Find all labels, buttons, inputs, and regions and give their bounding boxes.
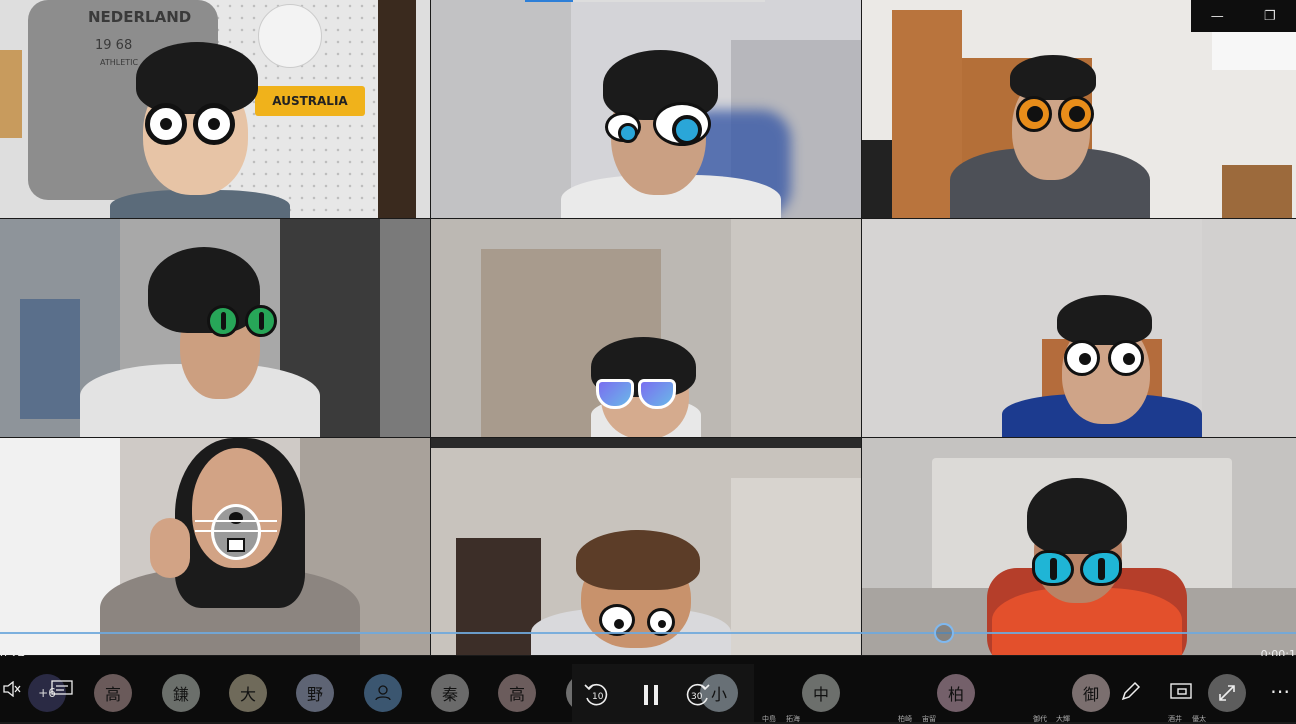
video-grid: NEDERLAND 19 68 ATHLETIC AUSTRALIA xyxy=(0,0,1296,655)
blue-cat-eyes-filter xyxy=(1032,550,1124,588)
mini-view-icon[interactable] xyxy=(1168,678,1194,704)
participant-avatar[interactable]: 高 xyxy=(94,674,132,712)
sunglasses-filter xyxy=(596,379,676,415)
bottom-toolbar: +6 高 鎌 大 野 秦 高 吉 10 小 30 中 柏 御 中島 拓海 柏崎 … xyxy=(0,656,1296,722)
participant-2-tile xyxy=(431,0,861,218)
hoodie-text: NEDERLAND xyxy=(88,8,191,26)
participant-3-tile xyxy=(862,0,1296,218)
participant-5-tile xyxy=(431,219,861,437)
mouse-mask-filter xyxy=(195,504,277,560)
playback-timeline[interactable] xyxy=(0,632,1296,634)
timeline-scrubber[interactable] xyxy=(934,623,954,643)
participant-avatar[interactable]: 野 xyxy=(296,674,334,712)
green-cat-eyes-filter xyxy=(205,305,279,339)
participant-avatar[interactable]: 柏 xyxy=(937,674,975,712)
name-label: 柏崎 xyxy=(898,714,912,724)
round-glasses-filter xyxy=(143,103,238,145)
name-label: 酒井 xyxy=(1168,714,1182,724)
australia-plate: AUSTRALIA xyxy=(255,86,365,116)
captions-icon[interactable] xyxy=(50,678,74,700)
svg-text:30: 30 xyxy=(691,692,703,702)
participant-4-tile xyxy=(0,219,430,437)
name-label: 大輝 xyxy=(1056,714,1070,724)
restore-icon[interactable]: ❐ xyxy=(1244,0,1296,32)
participant-avatar[interactable]: 高 xyxy=(498,674,536,712)
fullscreen-icon[interactable] xyxy=(1208,674,1246,712)
pause-icon[interactable] xyxy=(634,678,668,712)
participant-7-tile xyxy=(0,438,430,655)
participant-1-tile: NEDERLAND 19 68 ATHLETIC AUSTRALIA xyxy=(0,0,430,218)
top-progress xyxy=(525,0,765,2)
mute-icon[interactable] xyxy=(2,678,22,700)
cartoon-blue-eyes-filter xyxy=(599,100,719,150)
participant-avatar[interactable]: 中 xyxy=(802,674,840,712)
owl-eyes-filter xyxy=(1014,96,1098,132)
name-label: 拓海 xyxy=(786,714,800,724)
participant-8-tile xyxy=(431,438,861,655)
hoodie-sub: ATHLETIC xyxy=(100,58,138,67)
participant-avatar[interactable]: 鎌 xyxy=(162,674,200,712)
window-controls: — ❐ xyxy=(1191,0,1296,32)
participant-6-tile xyxy=(862,219,1296,437)
participant-avatar-person-icon[interactable] xyxy=(364,674,402,712)
name-label: 宙留 xyxy=(922,714,936,724)
name-label: 優太 xyxy=(1192,714,1206,724)
participant-avatar[interactable]: 大 xyxy=(229,674,267,712)
googly-eyes-filter xyxy=(1062,340,1150,376)
pen-icon[interactable] xyxy=(1118,678,1144,704)
forward-30-icon[interactable]: 30 xyxy=(682,678,714,710)
svg-text:10: 10 xyxy=(592,692,604,702)
minimize-icon[interactable]: — xyxy=(1191,0,1244,32)
more-icon[interactable]: ⋯ xyxy=(1266,678,1294,704)
name-label: 御代 xyxy=(1033,714,1047,724)
name-label: 中島 xyxy=(762,714,776,724)
hoodie-year: 19 68 xyxy=(95,38,132,53)
participant-avatar[interactable]: 秦 xyxy=(431,674,469,712)
participant-avatar[interactable]: 御 xyxy=(1072,674,1110,712)
rewind-10-icon[interactable]: 10 xyxy=(580,678,612,710)
participant-9-tile xyxy=(862,438,1296,655)
